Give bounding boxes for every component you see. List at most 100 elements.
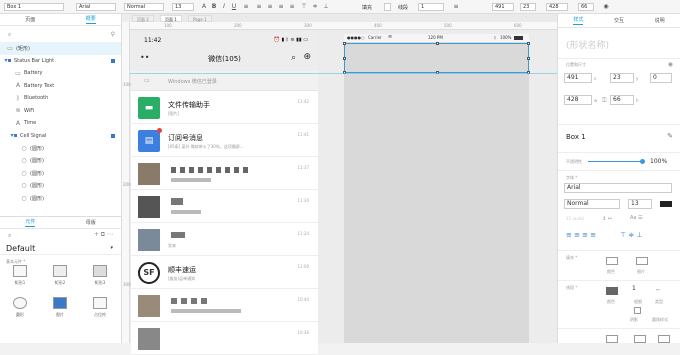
search-icon[interactable]: ⌕ [8, 232, 11, 240]
filter-icon[interactable]: ⚲ [111, 31, 115, 38]
rotation-field[interactable]: 0 [650, 73, 672, 83]
chat-item[interactable]: ▬ 文件传输助手 [图片] 11:42 [131, 91, 318, 124]
tab-pages[interactable]: 页面 [25, 16, 35, 23]
align-left-icon[interactable]: ≡ [255, 3, 263, 11]
chat-item[interactable]: ▤ 订阅号消息 [95条] 某外 微软带火了30年，这项霸屏... 11:41 [131, 124, 318, 157]
y-field[interactable]: 23 [610, 73, 634, 83]
selected-box[interactable] [343, 42, 530, 74]
list-icon[interactable]: ≡ [242, 3, 250, 11]
layer-item-wifi[interactable]: ≋ WiFi [0, 105, 121, 118]
underline-icon[interactable]: U [230, 3, 238, 11]
add-icon[interactable]: ⊕ [303, 52, 311, 62]
search-icon[interactable]: ⌕ [291, 53, 296, 63]
bold-icon[interactable]: B [210, 3, 218, 11]
font-select[interactable]: Arial [564, 183, 672, 193]
height-field[interactable]: 66 [578, 3, 594, 11]
width-field[interactable]: 428 [546, 3, 568, 11]
chat-item[interactable]: SF 顺丰速运 [服务]运单通知 11:00 [131, 256, 318, 289]
library-select[interactable]: Default ▾ [0, 241, 121, 255]
library-menu-icon[interactable]: + ⧉ ⋯ [94, 231, 113, 239]
valign-top-icon[interactable]: ⊤ [300, 3, 308, 11]
tab-interaction[interactable]: 交互 [614, 17, 624, 24]
search-icon[interactable]: ⌕ [8, 31, 11, 39]
spacing-icon[interactable]: ↕ ↔ [602, 216, 612, 222]
valign-bottom-icon[interactable]: ⊥ [322, 3, 330, 11]
fill-color-swatch[interactable] [384, 3, 391, 11]
x-field[interactable]: 491 [564, 73, 592, 83]
login-notice[interactable]: ▭ Windows 微信已登录 [131, 71, 318, 91]
line-width-value[interactable]: 1 [632, 285, 636, 292]
chat-item[interactable]: 11:37 [131, 157, 318, 190]
swatch[interactable] [634, 335, 646, 343]
layer-item-circle[interactable]: ○ (圆形) [0, 180, 121, 193]
tab-masters[interactable]: 母版 [86, 219, 96, 226]
element-name-field[interactable]: Box 1 [4, 3, 64, 11]
chat-item[interactable]: 发来 11:24 [131, 223, 318, 256]
swatch[interactable] [606, 335, 618, 343]
tab-style[interactable]: 样式 [573, 16, 584, 25]
component-image[interactable]: 图片 [50, 297, 70, 318]
eye-icon[interactable]: ◉ [602, 3, 610, 11]
align-icons[interactable]: ≡ ≡ ≡ ≡ [566, 231, 596, 239]
line-width-field[interactable]: 1 [418, 3, 444, 11]
font-weight-select[interactable]: Normal [124, 3, 164, 11]
layer-item-cell-signal[interactable]: ▾▪ Cell Signal [0, 130, 121, 143]
chat-item[interactable]: 11:30 [131, 190, 318, 223]
layer-item-circle[interactable]: ○ (圆形) [0, 167, 121, 180]
component-placeholder[interactable]: 占位符 [90, 297, 110, 318]
align-center-icon[interactable]: ≡ [266, 3, 274, 11]
component-rect2[interactable]: 矩形2 [50, 265, 70, 286]
font-size-select[interactable]: 13 [172, 3, 194, 11]
font-size-field[interactable]: 13 [628, 199, 652, 209]
chat-item[interactable]: 10:40 [131, 289, 318, 322]
status-bar-light[interactable]: ●●●●○ Carrier ≋ 120 PM ᛒ 100% [344, 34, 529, 42]
layer-item-circle[interactable]: ○ (圆形) [0, 155, 121, 168]
tab-components[interactable]: 元件 [25, 218, 36, 227]
layer-item-time[interactable]: A Time [0, 117, 121, 130]
line-style-icon[interactable]: ≡ [452, 3, 460, 11]
layer-item-circle[interactable]: ○ (圆形) [0, 192, 121, 205]
opacity-slider[interactable] [588, 161, 642, 162]
layer-item-bluetooth[interactable]: ᛒ Bluetooth [0, 92, 121, 105]
style-edit-icon[interactable]: ✎ [667, 132, 673, 140]
swatch[interactable] [658, 335, 670, 343]
chat-item[interactable]: 10:36 [131, 322, 318, 355]
align-right-icon[interactable]: ≡ [277, 3, 285, 11]
text-color-icon[interactable]: A [200, 3, 208, 11]
component-circle[interactable]: 圆形 [10, 297, 30, 318]
tab-outline[interactable]: 概要 [85, 15, 96, 24]
font-weight-select[interactable]: Normal [564, 199, 620, 209]
lock-icon[interactable]: ⚿ [602, 97, 607, 105]
artboard[interactable]: ●●●●○ Carrier ≋ 120 PM ᛒ 100% [344, 34, 529, 343]
fill-color-swatch[interactable] [606, 257, 618, 265]
shadow-icon[interactable] [634, 307, 641, 314]
layer-item-battery-text[interactable]: A Battery Text [0, 80, 121, 93]
fill-image-icon[interactable] [636, 257, 648, 265]
opacity-slider-handle[interactable] [639, 159, 645, 164]
layer-item-rect[interactable]: ▭ (矩形) [0, 42, 121, 55]
y-field[interactable]: 23 [520, 3, 536, 11]
eye-icon[interactable]: ◉ [668, 61, 673, 68]
text-style-icons[interactable]: Aa ☰ [630, 215, 643, 221]
valign-middle-icon[interactable]: ≑ [311, 3, 319, 11]
component-rect3[interactable]: 矩形3 [90, 265, 110, 286]
layer-item-circle[interactable]: ○ (圆形) [0, 142, 121, 155]
font-select[interactable]: Arial [76, 3, 116, 11]
width-field[interactable]: 428 [564, 95, 592, 105]
line-type-icon[interactable]: ┄ [656, 287, 660, 294]
component-rect1[interactable]: 矩形1 [10, 265, 30, 286]
layer-item-statusbar[interactable]: ▾▪ Status Bar Light [0, 55, 121, 68]
align-justify-icon[interactable]: ≡ [288, 3, 296, 11]
italic-icon[interactable]: I [220, 3, 228, 11]
height-field[interactable]: 66 [610, 95, 634, 105]
layer-item-battery[interactable]: ▭ Battery [0, 67, 121, 80]
page-tab-active[interactable]: 页面 1 [160, 15, 182, 22]
font-color-swatch[interactable] [660, 201, 672, 207]
shape-name-field[interactable]: (形状名称) [566, 38, 609, 51]
page-tab[interactable]: 页面 2 [132, 15, 154, 22]
page-tab[interactable]: Page 1 [188, 15, 212, 22]
x-field[interactable]: 491 [492, 3, 514, 11]
tab-notes[interactable]: 说明 [655, 17, 665, 24]
visibility-checkbox[interactable] [111, 58, 115, 63]
valign-icons[interactable]: ⊤ ≑ ⊥ [620, 231, 643, 239]
